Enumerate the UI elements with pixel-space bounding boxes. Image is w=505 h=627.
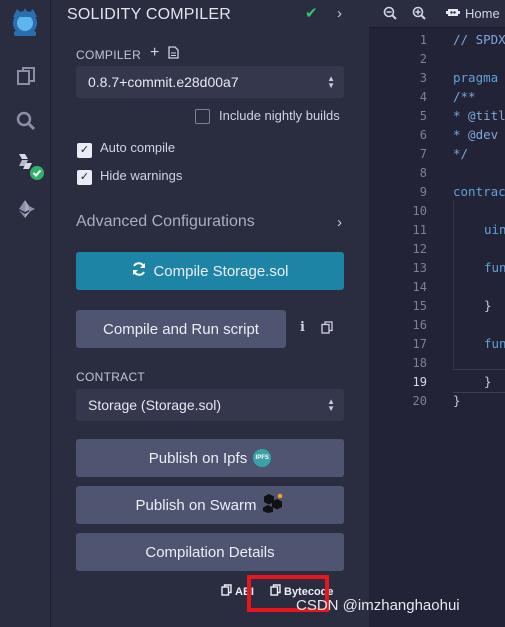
publish-ipfs-button[interactable]: Publish on Ipfs IPFS [76,439,344,477]
code-line: contrac [453,184,505,199]
code-line: } [484,298,492,313]
line-number: 5 [419,109,427,123]
file-explorer-icon[interactable] [12,62,39,89]
include-nightly-checkbox[interactable] [195,109,210,124]
compile-and-run-label: Compile and Run script [103,320,259,338]
solidity-compiler-icon[interactable] [14,150,46,182]
code-line: */ [453,146,469,161]
compile-button[interactable]: Compile Storage.sol [76,252,344,290]
publish-swarm-button[interactable]: Publish on Swarm [76,486,344,524]
compiler-version-select[interactable]: 0.8.7+commit.e28d00a7 ▲ ▼ [76,66,344,98]
line-number: 7 [419,147,427,161]
hide-warnings-checkbox[interactable]: ✓ [77,170,92,185]
compilation-details-button[interactable]: Compilation Details [76,533,344,571]
line-number: 18 [412,356,427,370]
watermark-text: CSDN @imzhanghaohui [296,597,460,614]
contract-select[interactable]: Storage (Storage.sol) ▲ ▼ [76,389,344,421]
publish-ipfs-label: Publish on Ipfs [148,449,248,467]
line-number: 13 [412,261,427,275]
advanced-chevron-icon[interactable]: › [337,214,342,231]
line-number: 20 [412,394,427,408]
line-number: 3 [419,71,427,85]
line-number: 6 [419,128,427,142]
compile-button-label: Compile Storage.sol [153,262,289,280]
line-number: 12 [412,242,427,256]
select-caret-icon: ▲ ▼ [327,397,335,413]
code-line: fun [484,260,505,275]
code-line: * @titl [453,108,505,123]
include-nightly-label: Include nightly builds [219,108,340,123]
code-line: /** [453,89,476,104]
line-number: 15 [412,299,427,313]
code-line: fun [484,336,505,351]
advanced-configurations-toggle[interactable]: Advanced Configurations [76,213,255,231]
publish-swarm-label: Publish on Swarm [135,496,257,514]
add-compiler-icon[interactable]: + [150,44,159,62]
copy-abi-icon [221,584,232,599]
code-line: pragma [453,70,499,85]
info-icon[interactable]: i [300,320,305,335]
line-number: 11 [412,223,427,237]
contract-label: CONTRACT [76,370,146,384]
code-line: } [484,374,492,389]
code-editor[interactable]: Home 1 2 3 4 5 6 7 8 9 10 11 12 13 14 15… [369,0,505,627]
solidity-compiler-panel: SOLIDITY COMPILER ✔ › COMPILER + 0.8.7+c… [51,0,369,627]
compile-and-run-button[interactable]: Compile and Run script [76,310,286,348]
remix-logo-icon[interactable] [8,5,42,39]
ipfs-icon: IPFS [253,449,272,467]
copy-script-icon[interactable] [321,321,333,339]
code-line: } [453,393,461,408]
panel-title: SOLIDITY COMPILER [67,6,232,23]
line-number: 1 [419,33,427,47]
search-icon[interactable] [12,107,39,134]
hide-warnings-label: Hide warnings [100,168,183,183]
code-line: // SPDX [453,32,505,47]
swarm-icon [262,493,284,517]
line-number: 10 [412,204,427,218]
compilation-details-label: Compilation Details [145,543,275,561]
line-number: 9 [419,185,427,199]
zoom-out-icon[interactable] [383,6,397,23]
contract-value: Storage (Storage.sol) [88,397,222,413]
line-number: 17 [412,337,427,351]
current-line-number: 19 [412,375,427,389]
refresh-icon [131,261,147,281]
line-number: 4 [419,90,427,104]
compiler-version-value: 0.8.7+commit.e28d00a7 [88,74,239,90]
tab-home[interactable]: Home [445,5,500,22]
auto-compile-label: Auto compile [100,140,176,155]
compiler-file-icon[interactable] [168,46,179,64]
select-caret-icon: ▲ ▼ [327,74,335,90]
code-line: uin [484,222,505,237]
compiled-check-icon: ✔ [305,5,318,22]
line-number: 8 [419,166,427,180]
indent-guide [453,200,454,370]
remix-home-icon [445,5,461,22]
deploy-run-icon[interactable] [12,195,39,222]
code-line: * @dev [453,127,499,142]
editor-toolbar: Home [369,0,505,28]
icon-sidebar [0,0,51,627]
auto-compile-checkbox[interactable]: ✓ [77,143,92,158]
current-line-highlight [453,369,505,393]
line-number: 14 [412,280,427,294]
line-number: 16 [412,318,427,332]
zoom-in-icon[interactable] [412,6,426,23]
panel-chevron-right-icon[interactable]: › [337,5,342,22]
line-number: 2 [419,52,427,66]
home-tab-label: Home [465,6,500,21]
compiler-label: COMPILER [76,48,142,62]
